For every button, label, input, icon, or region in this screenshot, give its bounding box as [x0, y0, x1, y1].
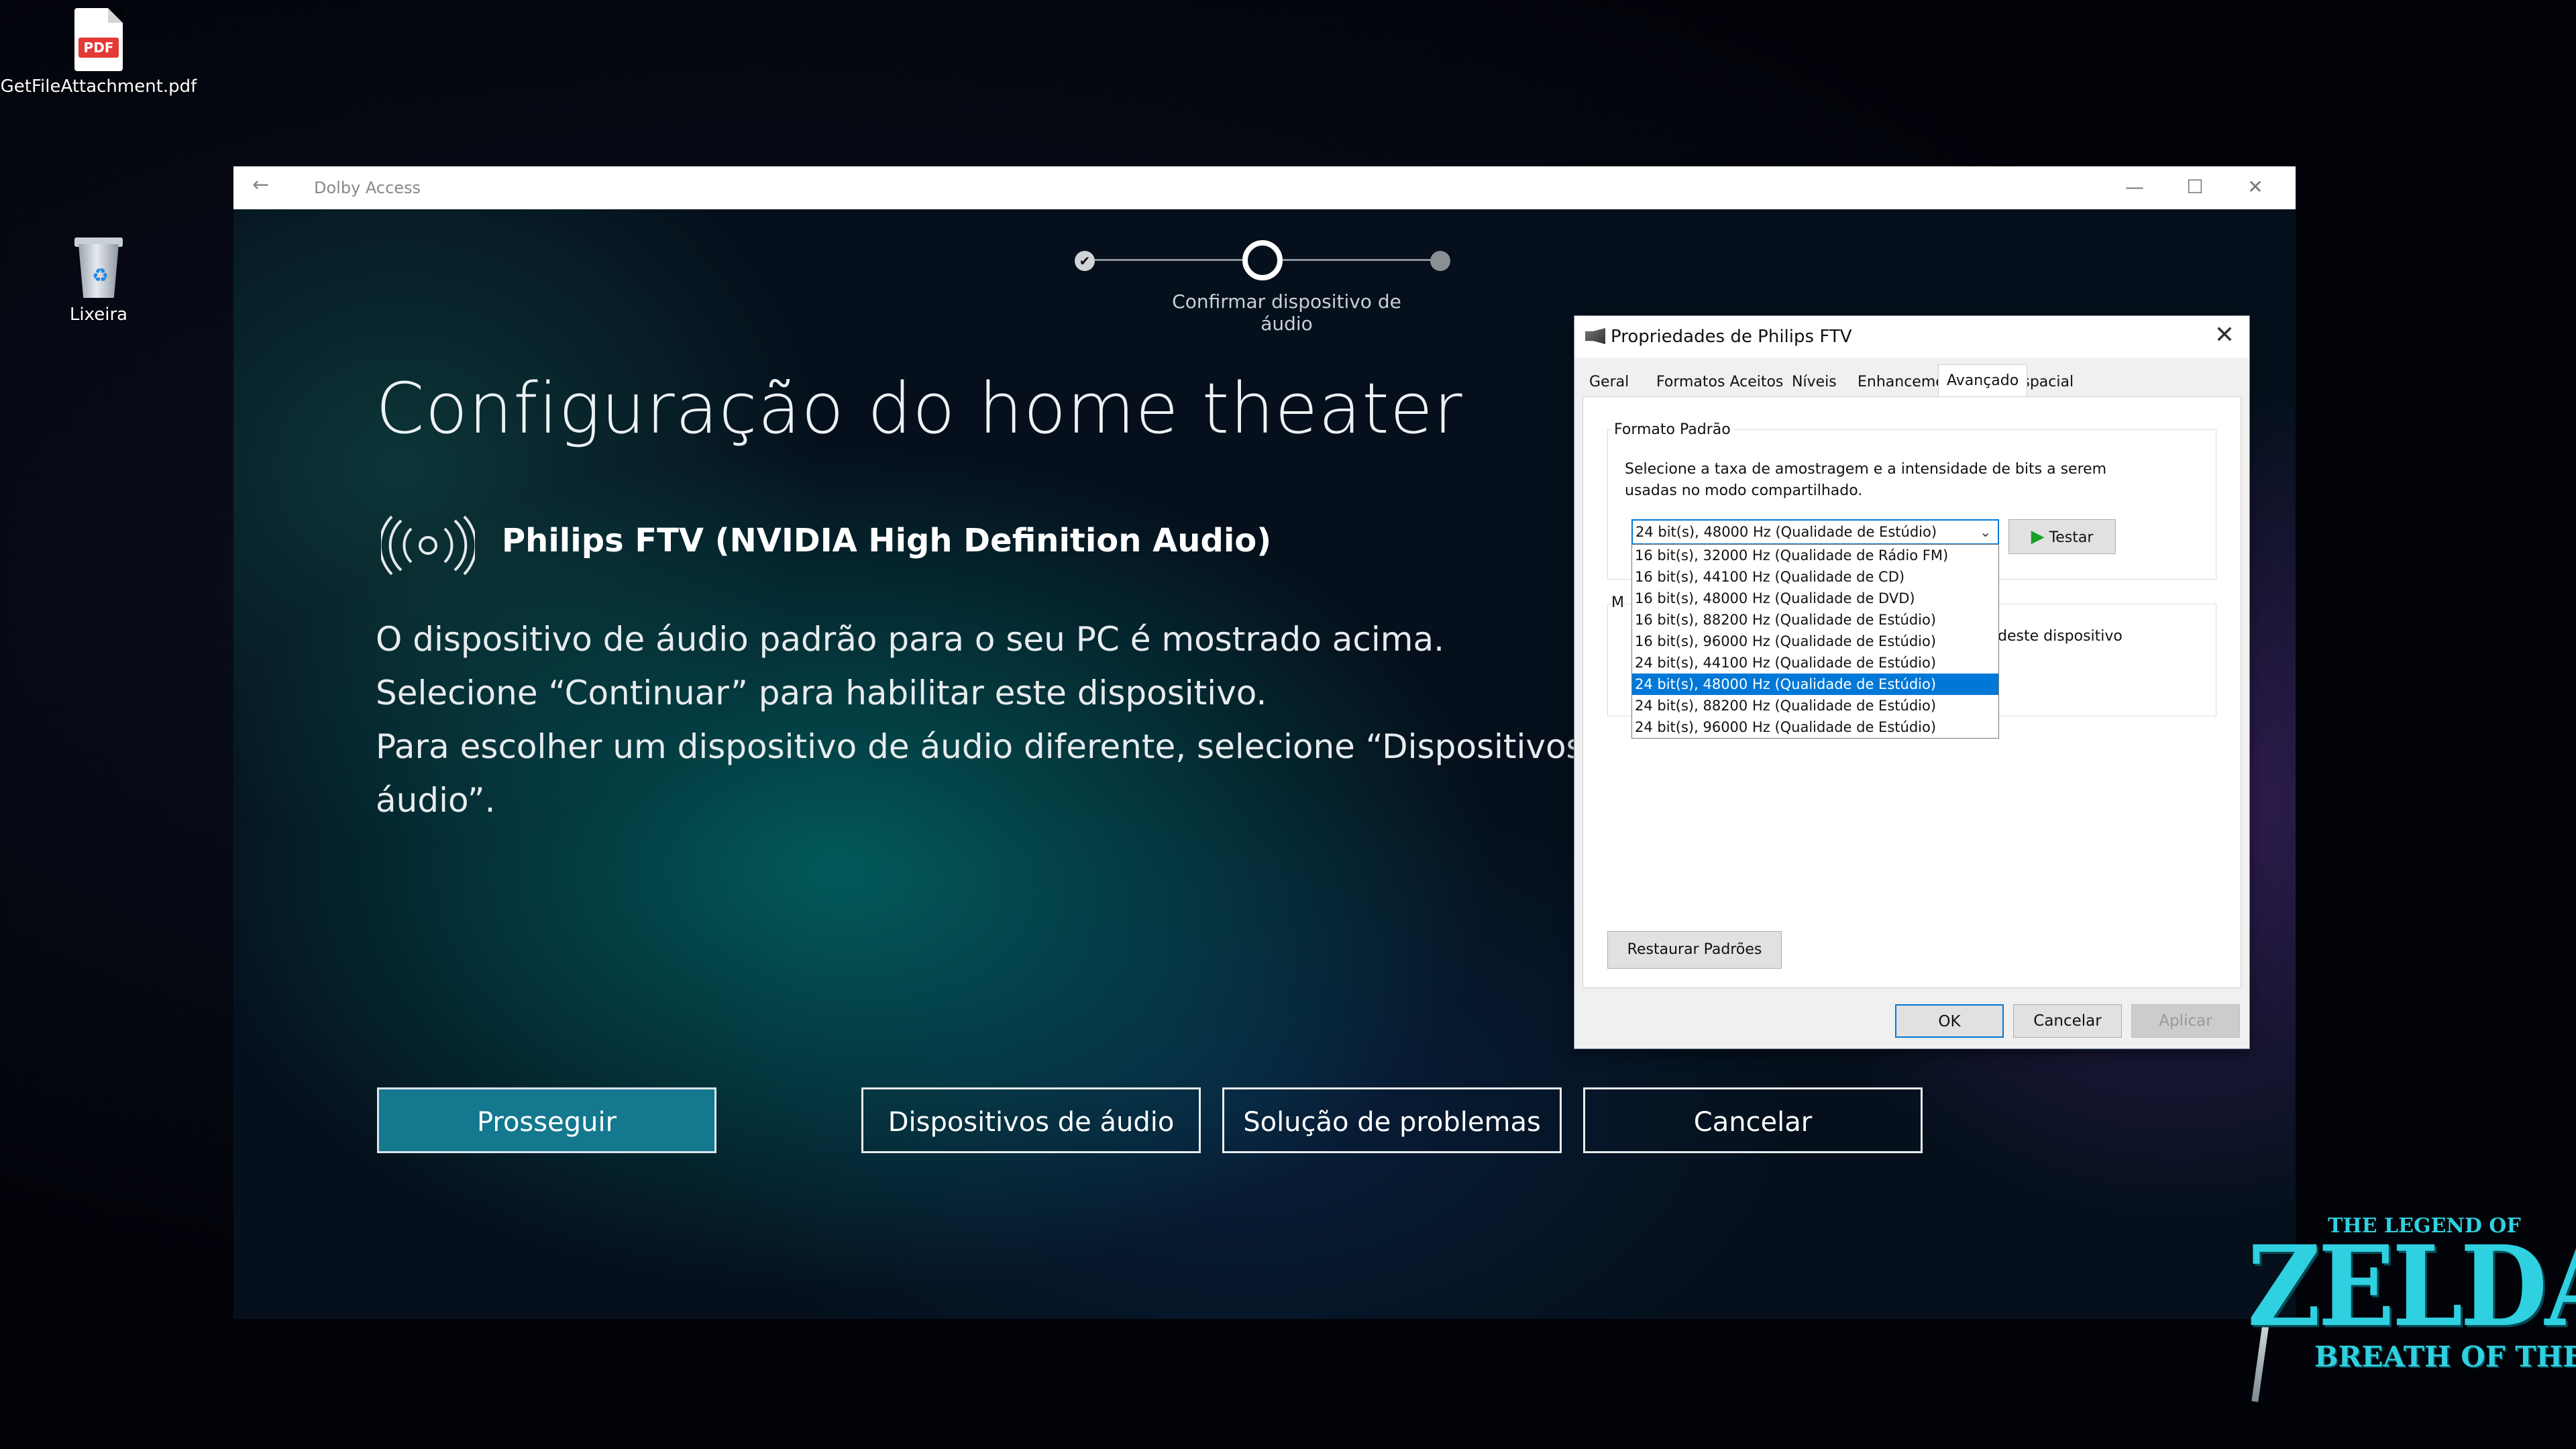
group-title: Formato Padrão: [1611, 421, 1733, 438]
description-line: áudio”.: [376, 781, 496, 820]
device-name: Philips FTV (NVIDIA High Definition Audi…: [502, 522, 1272, 559]
desktop-icon-label: Lixeira: [69, 305, 128, 325]
description: O dispositivo de áudio padrão para o seu…: [376, 612, 1637, 827]
window-title: Dolby Access: [314, 178, 421, 197]
format-option[interactable]: 16 bit(s), 88200 Hz (Qualidade de Estúdi…: [1632, 609, 1998, 631]
format-option[interactable]: 16 bit(s), 48000 Hz (Qualidade de DVD): [1632, 588, 1998, 609]
format-select-value: 24 bit(s), 48000 Hz (Qualidade de Estúdi…: [1635, 524, 1937, 540]
progress-stepper: ✔: [1075, 240, 1450, 280]
format-dropdown-list: 16 bit(s), 32000 Hz (Qualidade de Rádio …: [1631, 544, 1999, 739]
group-description: Selecione a taxa de amostragem e a inten…: [1625, 461, 2107, 499]
format-option[interactable]: 16 bit(s), 32000 Hz (Qualidade de Rádio …: [1632, 545, 1998, 566]
step-upcoming-icon: [1430, 251, 1450, 271]
troubleshoot-button[interactable]: Solução de problemas: [1222, 1087, 1562, 1153]
zelda-logo: THE LEGEND OF ZELDA BREATH OF THE WILD: [2207, 1208, 2576, 1409]
tab-supported-formats[interactable]: Formatos Aceitos: [1648, 368, 1791, 396]
format-option[interactable]: 24 bit(s), 96000 Hz (Qualidade de Estúdi…: [1632, 716, 1998, 738]
chevron-down-icon: ⌄: [1980, 524, 1991, 540]
stepper-line: [1095, 259, 1244, 261]
logo-main-text: ZELDA: [2247, 1222, 2576, 1352]
cancel-button[interactable]: Cancelar: [1583, 1087, 1923, 1153]
maximize-button[interactable]: ☐: [2168, 170, 2222, 204]
description-line: Selecione “Continuar” para habilitar est…: [376, 674, 1267, 712]
step-complete-check-icon: ✔: [1075, 251, 1095, 271]
dialog-title-bar: Propriedades de Philips FTV ✕: [1574, 316, 2249, 358]
pdf-file-icon: PDF: [74, 8, 123, 71]
desktop-icon-recycle-bin[interactable]: ♻ Lixeira: [0, 235, 199, 325]
description-line: Para escolher um dispositivo de áudio di…: [376, 727, 1637, 766]
dialog-title: Propriedades de Philips FTV: [1611, 327, 1852, 347]
format-option[interactable]: 24 bit(s), 44100 Hz (Qualidade de Estúdi…: [1632, 652, 1998, 674]
broadcast-icon: [381, 515, 475, 576]
test-button[interactable]: ▶ Testar: [2008, 519, 2116, 554]
back-arrow-icon[interactable]: ←: [252, 173, 269, 197]
step-label: Confirmar dispositivo de áudio: [1172, 290, 1401, 335]
format-option-selected[interactable]: 24 bit(s), 48000 Hz (Qualidade de Estúdi…: [1632, 674, 1998, 695]
desktop-icon-label: GetFileAttachment.pdf: [0, 76, 197, 97]
ok-button[interactable]: OK: [1895, 1004, 2004, 1038]
description-line: O dispositivo de áudio padrão para o seu…: [376, 620, 1444, 659]
pdf-tag: PDF: [78, 38, 119, 58]
format-select[interactable]: 24 bit(s), 48000 Hz (Qualidade de Estúdi…: [1631, 519, 1999, 545]
logo-sub-text: BREATH OF THE WILD: [2314, 1340, 2576, 1373]
audio-devices-button[interactable]: Dispositivos de áudio: [861, 1087, 1201, 1153]
tab-general[interactable]: Geral: [1581, 368, 1637, 396]
play-icon: ▶: [2031, 527, 2045, 547]
apply-button[interactable]: Aplicar: [2131, 1004, 2240, 1038]
desktop-icon-pdf[interactable]: PDF GetFileAttachment.pdf: [0, 8, 199, 97]
format-option[interactable]: 16 bit(s), 96000 Hz (Qualidade de Estúdi…: [1632, 631, 1998, 652]
format-option[interactable]: 24 bit(s), 88200 Hz (Qualidade de Estúdi…: [1632, 695, 1998, 716]
dialog-cancel-button[interactable]: Cancelar: [2013, 1004, 2122, 1038]
minimize-button[interactable]: —: [2108, 170, 2161, 204]
group2-title: M: [1611, 594, 1624, 611]
title-bar: ← Dolby Access — ☐ ✕: [233, 166, 2296, 209]
tab-levels[interactable]: Níveis: [1784, 368, 1845, 396]
tab-advanced[interactable]: Avançado: [1938, 364, 2028, 398]
test-label: Testar: [2049, 529, 2094, 546]
close-button[interactable]: ✕: [2229, 170, 2282, 204]
restore-defaults-button[interactable]: Restaurar Padrões: [1607, 931, 1782, 969]
format-option[interactable]: 16 bit(s), 44100 Hz (Qualidade de CD): [1632, 566, 1998, 588]
stepper-line: [1283, 259, 1432, 261]
properties-dialog: Propriedades de Philips FTV ✕ Geral Form…: [1574, 315, 2250, 1049]
speaker-icon: [1585, 328, 1605, 344]
page-title: Configuração do home theater: [376, 368, 1463, 449]
continue-button[interactable]: Prosseguir: [377, 1087, 716, 1153]
dialog-close-button[interactable]: ✕: [2214, 321, 2235, 349]
group2-text: deste dispositivo: [1998, 628, 2123, 645]
step-current-icon: [1242, 240, 1283, 280]
tab-panel-advanced: Formato Padrão Selecione a taxa de amost…: [1582, 396, 2241, 988]
recycle-bin-icon: ♻: [72, 235, 125, 299]
